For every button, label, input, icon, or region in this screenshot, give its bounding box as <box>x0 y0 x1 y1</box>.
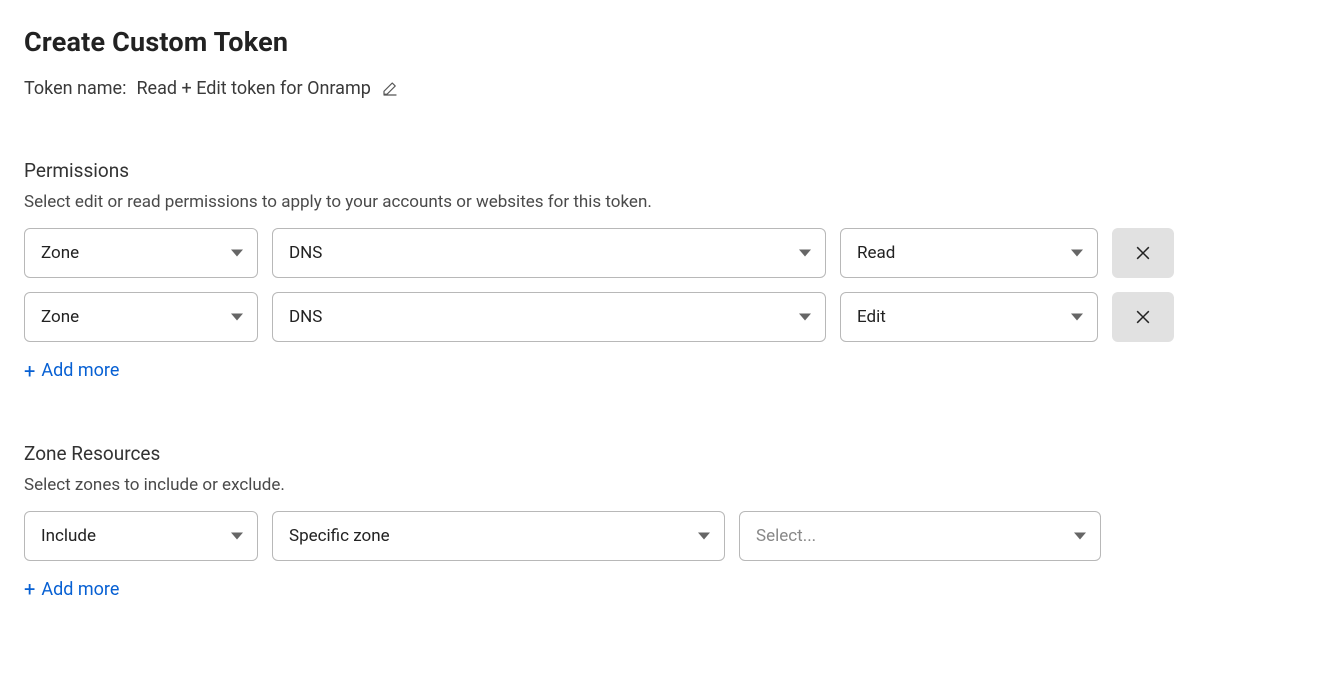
permission-scope-select[interactable]: Zone <box>24 292 258 342</box>
token-name-value: Read + Edit token for Onramp <box>136 78 370 99</box>
permission-scope-select[interactable]: Zone <box>24 228 258 278</box>
chevron-down-icon <box>1071 250 1083 257</box>
chevron-down-icon <box>231 250 243 257</box>
permissions-title: Permissions <box>24 159 1313 182</box>
permissions-description: Select edit or read permissions to apply… <box>24 192 1313 212</box>
zone-mode-select[interactable]: Include <box>24 511 258 561</box>
token-name-label: Token name: <box>24 78 126 99</box>
token-name-row: Token name: Read + Edit token for Onramp <box>24 78 1313 99</box>
permission-level-value: Edit <box>857 307 886 327</box>
remove-permission-button[interactable] <box>1112 228 1174 278</box>
permission-type-select[interactable]: DNS <box>272 228 826 278</box>
zone-resources-section: Zone Resources Select zones to include o… <box>24 442 1313 601</box>
permissions-section: Permissions Select edit or read permissi… <box>24 159 1313 382</box>
page-title: Create Custom Token <box>24 26 1313 58</box>
add-permission-label: Add more <box>41 360 119 381</box>
zone-resources-description: Select zones to include or exclude. <box>24 475 1313 495</box>
chevron-down-icon <box>231 314 243 321</box>
zone-target-placeholder: Select... <box>756 526 816 546</box>
permission-level-select[interactable]: Read <box>840 228 1098 278</box>
plus-icon: + <box>24 361 35 381</box>
zone-target-select[interactable]: Select... <box>739 511 1101 561</box>
zone-selector-select[interactable]: Specific zone <box>272 511 725 561</box>
chevron-down-icon <box>1071 314 1083 321</box>
permission-type-value: DNS <box>289 307 322 327</box>
permission-row: Zone DNS Edit <box>24 292 1313 342</box>
add-zone-resource-button[interactable]: + Add more <box>24 579 119 600</box>
add-permission-button[interactable]: + Add more <box>24 360 119 381</box>
chevron-down-icon <box>231 532 243 539</box>
permission-type-select[interactable]: DNS <box>272 292 826 342</box>
chevron-down-icon <box>799 314 811 321</box>
permission-level-select[interactable]: Edit <box>840 292 1098 342</box>
chevron-down-icon <box>1074 532 1086 539</box>
zone-resource-row: Include Specific zone Select... <box>24 511 1313 561</box>
permission-type-value: DNS <box>289 243 322 263</box>
zone-resources-title: Zone Resources <box>24 442 1313 465</box>
edit-icon[interactable] <box>381 80 399 98</box>
permission-row: Zone DNS Read <box>24 228 1313 278</box>
remove-permission-button[interactable] <box>1112 292 1174 342</box>
permission-level-value: Read <box>857 243 895 263</box>
permission-scope-value: Zone <box>41 243 79 263</box>
plus-icon: + <box>24 579 35 599</box>
add-zone-resource-label: Add more <box>41 579 119 600</box>
zone-selector-value: Specific zone <box>289 526 390 546</box>
zone-mode-value: Include <box>41 526 96 546</box>
close-icon <box>1133 243 1153 263</box>
chevron-down-icon <box>799 250 811 257</box>
chevron-down-icon <box>698 532 710 539</box>
permission-scope-value: Zone <box>41 307 79 327</box>
close-icon <box>1133 307 1153 327</box>
